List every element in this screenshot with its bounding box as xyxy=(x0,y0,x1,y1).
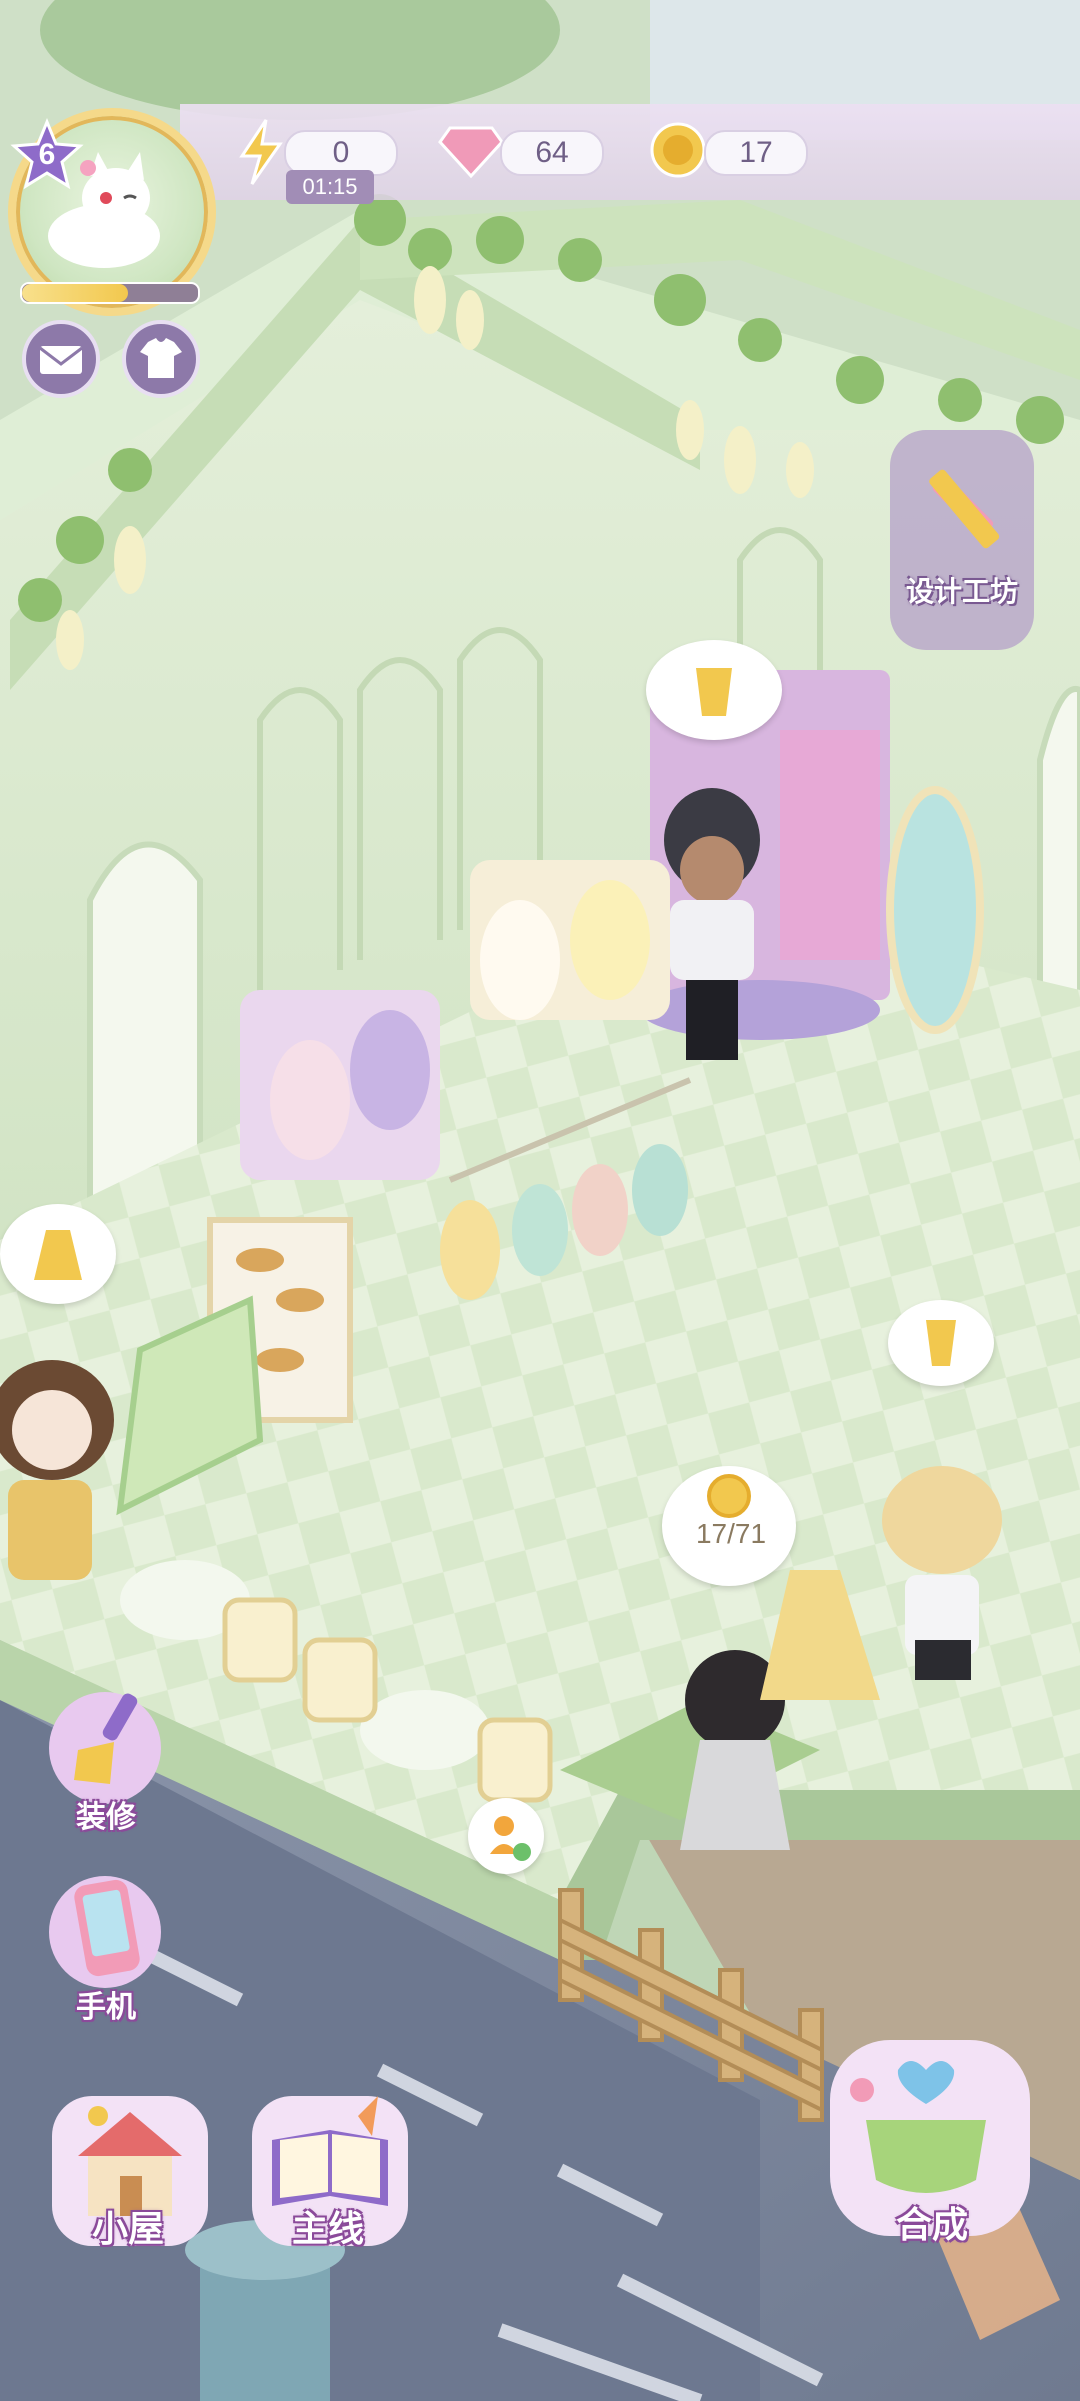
shirt-icon xyxy=(140,338,182,378)
player-level: 6 xyxy=(38,138,56,171)
outfit-button[interactable] xyxy=(122,320,200,398)
coin-progress-text: 17/71 xyxy=(695,1518,767,1549)
design-workshop-label: 设计工坊 xyxy=(905,576,1018,607)
gems-value[interactable]: 64 xyxy=(500,130,604,176)
dress-icon xyxy=(34,1230,82,1280)
game-scene: 6 0 01:15 64 17 设计工坊 17/71 装修 手机 小屋 主线 合… xyxy=(0,0,1080,2401)
order-bubble-boy[interactable] xyxy=(888,1300,994,1386)
coins-value[interactable]: 17 xyxy=(704,130,808,176)
main-story-label: 主线 xyxy=(291,2208,364,2249)
decorate-label: 装修 xyxy=(76,1801,136,1834)
add-staff-button[interactable] xyxy=(468,1798,544,1874)
merge-label: 合成 xyxy=(895,2204,968,2245)
decorate-button[interactable] xyxy=(40,1680,170,1810)
phone-icon xyxy=(49,1876,161,1988)
mail-button[interactable] xyxy=(22,320,100,398)
design-workshop-button[interactable] xyxy=(890,430,1034,650)
energy-icon xyxy=(239,119,283,185)
coin-icon xyxy=(650,122,706,178)
pencil-ruler-icon xyxy=(929,469,1000,549)
coin-icon xyxy=(707,1474,751,1518)
order-bubble-man[interactable] xyxy=(646,640,782,740)
house-label: 小屋 xyxy=(91,2208,164,2249)
experience-bar xyxy=(20,282,200,304)
mail-icon xyxy=(39,346,83,374)
phone-button[interactable] xyxy=(40,1864,170,1994)
energy-timer: 01:15 xyxy=(286,170,374,204)
phone-label: 手机 xyxy=(76,1991,136,2024)
add-person-icon xyxy=(490,1816,531,1861)
drink-cup-icon xyxy=(926,1320,956,1366)
paint-brush-icon xyxy=(49,1692,161,1804)
order-bubble-girl[interactable] xyxy=(0,1204,116,1304)
drink-cup-icon xyxy=(696,668,732,716)
gem-icon xyxy=(438,126,504,179)
